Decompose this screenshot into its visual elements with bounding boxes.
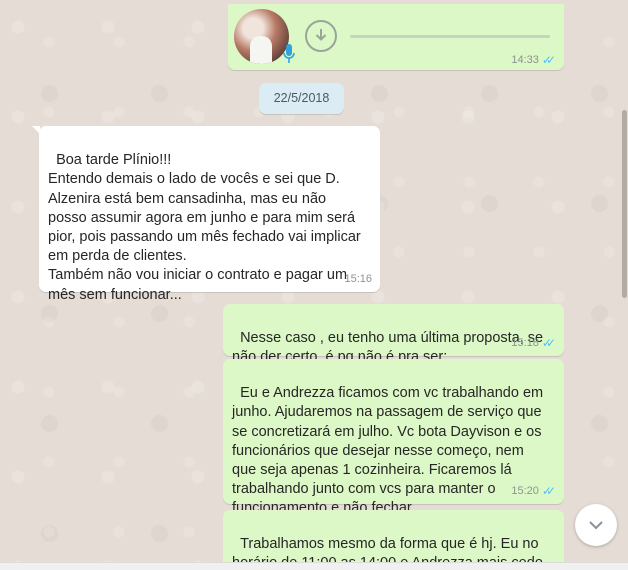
scrollbar[interactable] — [620, 0, 628, 570]
message-meta: 14:33 ✓✓ — [511, 53, 556, 67]
read-ticks-icon: ✓✓ — [541, 335, 556, 350]
chevron-down-icon — [589, 521, 603, 530]
mic-icon — [283, 44, 295, 63]
bottom-strip — [0, 562, 628, 570]
message-time: 15:18 — [511, 336, 539, 349]
outgoing-message[interactable]: Nesse caso , eu tenho uma última propost… — [223, 304, 564, 365]
read-ticks-icon: ✓✓ — [541, 483, 556, 498]
message-text: Eu e Andrezza ficamos com vc trabalhando… — [232, 385, 544, 517]
message-text: Boa tarde Plínio!!! Entendo demais o lad… — [48, 152, 361, 303]
message-meta: 15:20 ✓✓ — [511, 482, 556, 501]
date-divider: 22/5/2018 — [259, 83, 344, 114]
download-arrow-icon[interactable] — [305, 20, 337, 52]
outgoing-message[interactable]: Eu e Andrezza ficamos com vc trabalhando… — [223, 359, 564, 516]
read-ticks-icon: ✓✓ — [541, 53, 556, 67]
scrollbar-thumb[interactable] — [622, 110, 627, 298]
outgoing-message[interactable]: Trabalhamos mesmo da forma que é hj. Eu … — [223, 510, 564, 566]
voice-message[interactable]: 14:33 ✓✓ — [228, 4, 564, 70]
message-time: 15:16 — [344, 272, 372, 285]
message-time: 14:33 — [511, 54, 539, 66]
message-meta: 15:16 — [344, 270, 372, 289]
contact-avatar — [234, 9, 289, 64]
audio-progress-track[interactable] — [350, 35, 550, 38]
message-time: 15:20 — [511, 484, 539, 497]
incoming-message[interactable]: Boa tarde Plínio!!! Entendo demais o lad… — [32, 126, 380, 303]
scroll-down-button[interactable] — [575, 504, 617, 546]
message-meta: 15:18 ✓✓ — [511, 334, 556, 353]
